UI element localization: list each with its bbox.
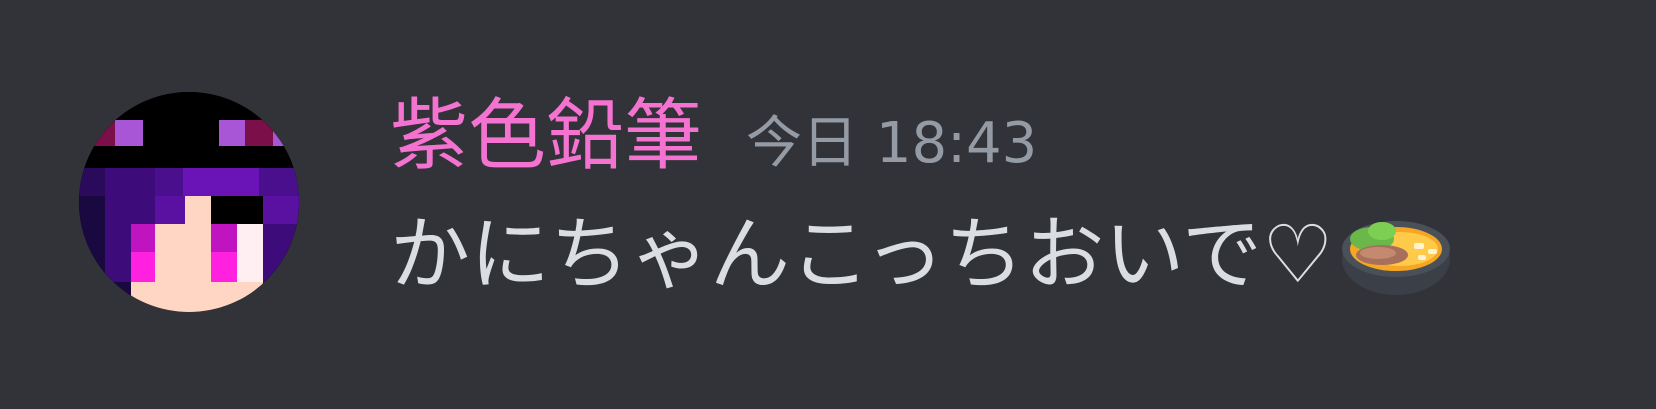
message-content: かにちゃんこっちおいで♡ <box>390 200 1454 310</box>
message-header: 紫色鉛筆 今日 18:43 <box>390 86 1037 186</box>
username[interactable]: 紫色鉛筆 <box>390 86 702 186</box>
user-avatar[interactable] <box>79 92 299 312</box>
chat-message: 紫色鉛筆 今日 18:43 かにちゃんこっちおいで♡ <box>0 0 1656 409</box>
message-text: かにちゃんこっちおいで♡ <box>390 208 1334 301</box>
avatar-pixel-art-icon <box>79 92 299 312</box>
ramen-bowl-icon[interactable] <box>1338 209 1454 301</box>
message-timestamp[interactable]: 今日 18:43 <box>746 94 1037 194</box>
